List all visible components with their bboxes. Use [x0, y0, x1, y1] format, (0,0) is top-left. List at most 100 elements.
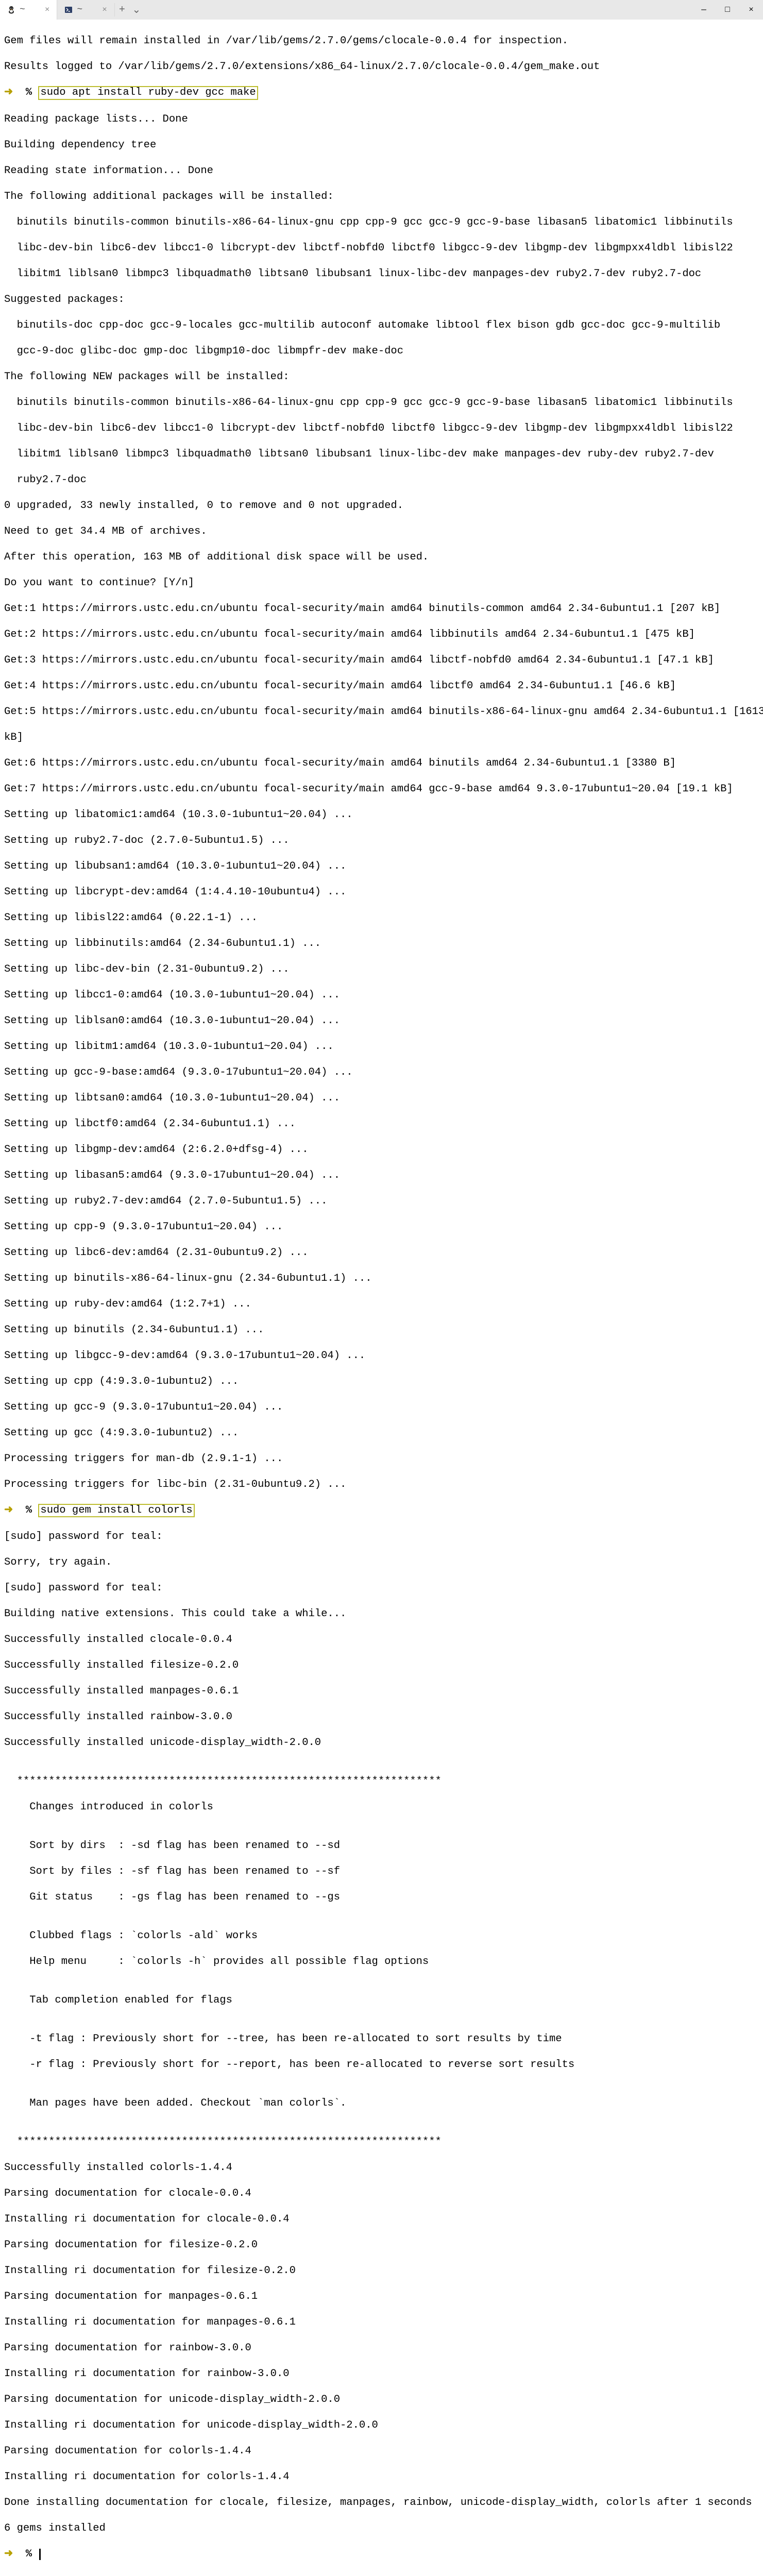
titlebar: ~ × ~ × + ⌄ — □ × — [0, 0, 763, 20]
output-line: Gem files will remain installed in /var/… — [4, 35, 759, 47]
highlighted-command-2: sudo gem install colorls — [38, 1504, 194, 1518]
prompt-symbol: % — [26, 1504, 39, 1516]
highlighted-command-1: sudo apt install ruby-dev gcc make — [38, 86, 258, 100]
output-line: Setting up libasan5:amd64 (9.3.0-17ubunt… — [4, 1169, 759, 1182]
output-line: [sudo] password for teal: — [4, 1582, 759, 1595]
output-line: ****************************************… — [4, 2136, 759, 2148]
output-line: Installing ri documentation for rainbow-… — [4, 2367, 759, 2380]
output-line: Setting up gcc (4:9.3.0-1ubuntu2) ... — [4, 1427, 759, 1439]
output-line: libitm1 liblsan0 libmpc3 libquadmath0 li… — [4, 448, 759, 461]
output-line: Setting up ruby2.7-doc (2.7.0-5ubuntu1.5… — [4, 834, 759, 847]
output-line: Setting up libatomic1:amd64 (10.3.0-1ubu… — [4, 808, 759, 821]
output-line: Setting up binutils (2.34-6ubuntu1.1) ..… — [4, 1324, 759, 1336]
output-line: Processing triggers for libc-bin (2.31-0… — [4, 1478, 759, 1491]
close-window-button[interactable]: × — [739, 0, 763, 20]
output-line: Parsing documentation for unicode-displa… — [4, 2393, 759, 2406]
output-line: Get:7 https://mirrors.ustc.edu.cn/ubuntu… — [4, 783, 759, 795]
output-line: Successfully installed colorls-1.4.4 — [4, 2161, 759, 2174]
tab-strip: ~ × ~ × + ⌄ — [0, 0, 692, 20]
output-line: Building native extensions. This could t… — [4, 1607, 759, 1620]
output-line: Get:3 https://mirrors.ustc.edu.cn/ubuntu… — [4, 654, 759, 667]
output-line: Setting up cpp-9 (9.3.0-17ubuntu1~20.04)… — [4, 1221, 759, 1233]
output-line: Setting up binutils-x86-64-linux-gnu (2.… — [4, 1272, 759, 1285]
powershell-icon — [64, 6, 73, 14]
output-line: Parsing documentation for filesize-0.2.0 — [4, 2239, 759, 2251]
minimize-button[interactable]: — — [692, 0, 716, 20]
output-line: [sudo] password for teal: — [4, 1530, 759, 1543]
output-line: Setting up libitm1:amd64 (10.3.0-1ubuntu… — [4, 1040, 759, 1053]
output-line: Get:4 https://mirrors.ustc.edu.cn/ubuntu… — [4, 680, 759, 692]
new-tab-button[interactable]: + — [115, 0, 129, 20]
output-line: After this operation, 163 MB of addition… — [4, 551, 759, 564]
output-line: 0 upgraded, 33 newly installed, 0 to rem… — [4, 499, 759, 512]
output-line: Setting up libgcc-9-dev:amd64 (9.3.0-17u… — [4, 1349, 759, 1362]
output-line: Setting up libcrypt-dev:amd64 (1:4.4.10-… — [4, 886, 759, 899]
output-line: Suggested packages: — [4, 293, 759, 306]
output-line: Successfully installed clocale-0.0.4 — [4, 1633, 759, 1646]
tab-1[interactable]: ~ × — [0, 0, 57, 20]
output-line: Setting up libgmp-dev:amd64 (2:6.2.0+dfs… — [4, 1143, 759, 1156]
output-line: ****************************************… — [4, 1775, 759, 1788]
output-line: Setting up libubsan1:amd64 (10.3.0-1ubun… — [4, 860, 759, 873]
output-line: Help menu : `colorls -h` provides all po… — [4, 1955, 759, 1968]
output-line: ruby2.7-doc — [4, 473, 759, 486]
output-line: Setting up libctf0:amd64 (2.34-6ubuntu1.… — [4, 1117, 759, 1130]
tab-1-close[interactable]: × — [45, 5, 50, 14]
prompt-arrow-icon: ➜ — [4, 2548, 26, 2560]
output-line: Reading state information... Done — [4, 164, 759, 177]
output-line: Setting up ruby2.7-dev:amd64 (2.7.0-5ubu… — [4, 1195, 759, 1208]
prompt-line: ➜ % sudo apt install ruby-dev gcc make — [4, 86, 759, 100]
output-line: Processing triggers for man-db (2.9.1-1)… — [4, 1452, 759, 1465]
output-line: Get:5 https://mirrors.ustc.edu.cn/ubuntu… — [4, 705, 759, 718]
output-line: Setting up gcc-9-base:amd64 (9.3.0-17ubu… — [4, 1066, 759, 1079]
output-line: Clubbed flags : `colorls -ald` works — [4, 1929, 759, 1942]
output-line: Setting up libcc1-0:amd64 (10.3.0-1ubunt… — [4, 989, 759, 1002]
output-line: Parsing documentation for clocale-0.0.4 — [4, 2187, 759, 2200]
output-line: Get:1 https://mirrors.ustc.edu.cn/ubuntu… — [4, 602, 759, 615]
prompt-line: ➜ % — [4, 2548, 759, 2561]
output-line: Setting up gcc-9 (9.3.0-17ubuntu1~20.04)… — [4, 1401, 759, 1414]
terminal-output[interactable]: Gem files will remain installed in /var/… — [0, 20, 763, 2576]
output-line: Git status : -gs flag has been renamed t… — [4, 1891, 759, 1904]
tux-icon — [7, 6, 15, 14]
output-line: Installing ri documentation for unicode-… — [4, 2419, 759, 2432]
prompt-symbol: % — [26, 2548, 39, 2560]
output-line: Installing ri documentation for manpages… — [4, 2316, 759, 2329]
output-line: Done installing documentation for clocal… — [4, 2496, 759, 2509]
output-line: Parsing documentation for colorls-1.4.4 — [4, 2445, 759, 2458]
output-line: Sort by files : -sf flag has been rename… — [4, 1865, 759, 1878]
output-line: -r flag : Previously short for --report,… — [4, 2058, 759, 2071]
prompt-line: ➜ % sudo gem install colorls — [4, 1504, 759, 1518]
tab-2[interactable]: ~ × — [57, 0, 114, 20]
output-line: Successfully installed unicode-display_w… — [4, 1736, 759, 1749]
maximize-button[interactable]: □ — [716, 0, 739, 20]
output-line: Get:6 https://mirrors.ustc.edu.cn/ubuntu… — [4, 757, 759, 770]
prompt-arrow-icon: ➜ — [4, 1504, 26, 1516]
output-line: Successfully installed filesize-0.2.0 — [4, 1659, 759, 1672]
output-line: Results logged to /var/lib/gems/2.7.0/ex… — [4, 60, 759, 73]
output-line: The following NEW packages will be insta… — [4, 370, 759, 383]
tab-1-title: ~ — [20, 5, 25, 15]
output-line: libc-dev-bin libc6-dev libcc1-0 libcrypt… — [4, 242, 759, 255]
output-line: binutils-doc cpp-doc gcc-9-locales gcc-m… — [4, 319, 759, 332]
output-line: libitm1 liblsan0 libmpc3 libquadmath0 li… — [4, 267, 759, 280]
output-line: Setting up cpp (4:9.3.0-1ubuntu2) ... — [4, 1375, 759, 1388]
tab-2-close[interactable]: × — [102, 5, 107, 14]
output-line: Tab completion enabled for flags — [4, 1994, 759, 2007]
output-line: 6 gems installed — [4, 2522, 759, 2535]
cursor — [39, 2549, 41, 2560]
output-line: Changes introduced in colorls — [4, 1801, 759, 1814]
output-line: Reading package lists... Done — [4, 113, 759, 126]
output-line: Setting up libbinutils:amd64 (2.34-6ubun… — [4, 937, 759, 950]
output-line: Installing ri documentation for clocale-… — [4, 2213, 759, 2226]
output-line: Sort by dirs : -sd flag has been renamed… — [4, 1839, 759, 1852]
output-line: Successfully installed rainbow-3.0.0 — [4, 1710, 759, 1723]
output-line: binutils binutils-common binutils-x86-64… — [4, 396, 759, 409]
output-line: kB] — [4, 731, 759, 744]
output-line: Do you want to continue? [Y/n] — [4, 577, 759, 589]
output-line: libc-dev-bin libc6-dev libcc1-0 libcrypt… — [4, 422, 759, 435]
tab-dropdown-button[interactable]: ⌄ — [129, 0, 144, 20]
output-line: The following additional packages will b… — [4, 190, 759, 203]
output-line: Successfully installed manpages-0.6.1 — [4, 1685, 759, 1698]
output-line: Setting up libc-dev-bin (2.31-0ubuntu9.2… — [4, 963, 759, 976]
